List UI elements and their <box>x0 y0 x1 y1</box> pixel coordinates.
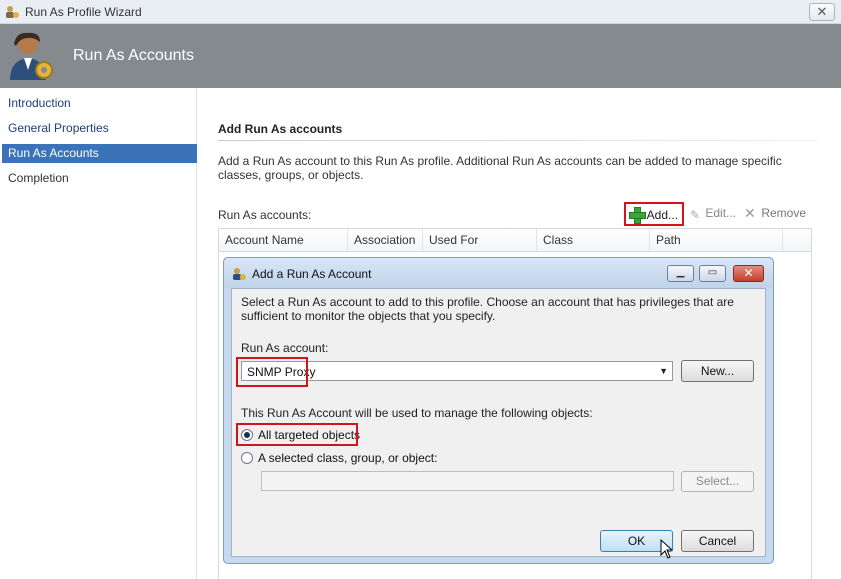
column-header-account-name[interactable]: Account Name <box>219 229 348 252</box>
radio-unchecked-icon <box>241 452 253 464</box>
window-title: Run As Profile Wizard <box>25 5 142 19</box>
dialog-close-button[interactable]: ✕ <box>733 265 764 282</box>
maximize-button[interactable]: ▭ <box>699 265 726 282</box>
nav-item-run-as-accounts[interactable]: Run As Accounts <box>2 144 197 163</box>
chevron-down-icon: ▼ <box>659 366 668 376</box>
pencil-icon: ✎ <box>690 208 701 222</box>
nav-item-introduction[interactable]: Introduction <box>2 94 197 113</box>
edit-button[interactable]: ✎ Edit... <box>690 202 740 226</box>
page-heading: Run As Accounts <box>73 47 194 64</box>
new-button[interactable]: New... <box>681 360 754 382</box>
dialog-body: Select a Run As account to add to this p… <box>231 288 766 559</box>
dialog-title: Add a Run As Account <box>252 267 372 281</box>
nav-item-completion[interactable]: Completion <box>2 169 197 188</box>
column-header-path[interactable]: Path <box>650 229 783 252</box>
remove-button[interactable]: ✕ Remove <box>744 202 809 226</box>
section-title: Add Run As accounts <box>218 122 343 136</box>
radio-highlight-box <box>236 423 358 446</box>
remove-x-icon: ✕ <box>744 205 756 221</box>
run-as-account-label: Run As account: <box>241 341 329 355</box>
add-button[interactable]: Add... <box>624 202 684 226</box>
radio-selected-label: A selected class, group, or object: <box>258 451 438 465</box>
header-banner: Run As Accounts <box>0 24 841 88</box>
window-titlebar: Run As Profile Wizard ✕ <box>0 0 841 24</box>
add-button-label: Add... <box>646 208 679 222</box>
nav-item-general-properties[interactable]: General Properties <box>2 119 197 138</box>
add-run-as-account-dialog: Add a Run As Account ▁ ▭ ✕ Select a Run … <box>223 257 774 564</box>
selected-class-field <box>261 471 674 491</box>
select-button: Select... <box>681 471 754 492</box>
objects-label: This Run As Account will be used to mana… <box>241 406 593 420</box>
plus-icon <box>629 207 646 224</box>
remove-button-label: Remove <box>761 206 807 220</box>
section-divider <box>218 140 818 141</box>
edit-button-label: Edit... <box>705 206 737 220</box>
minimize-button[interactable]: ▁ <box>667 265 694 282</box>
dialog-description: Select a Run As account to add to this p… <box>241 295 734 323</box>
radio-selected-class[interactable]: A selected class, group, or object: <box>241 449 437 467</box>
cancel-button[interactable]: Cancel <box>681 530 754 552</box>
mouse-pointer-icon <box>660 539 674 559</box>
window-close-button[interactable]: ✕ <box>809 3 835 21</box>
grid-header: Account Name Association Used For Class … <box>219 229 811 252</box>
wizard-icon <box>233 268 246 280</box>
wizard-nav: Introduction General Properties Run As A… <box>0 88 197 579</box>
wizard-app-icon <box>6 6 19 18</box>
column-header-association[interactable]: Association <box>348 229 423 252</box>
accounts-label: Run As accounts: <box>218 208 312 222</box>
user-gear-icon <box>10 32 53 80</box>
column-header-used-for[interactable]: Used For <box>423 229 537 252</box>
account-highlight-box <box>236 357 308 387</box>
column-header-class[interactable]: Class <box>537 229 650 252</box>
section-description: Add a Run As account to this Run As prof… <box>218 154 782 182</box>
dialog-titlebar: Add a Run As Account ▁ ▭ ✕ <box>224 258 773 288</box>
